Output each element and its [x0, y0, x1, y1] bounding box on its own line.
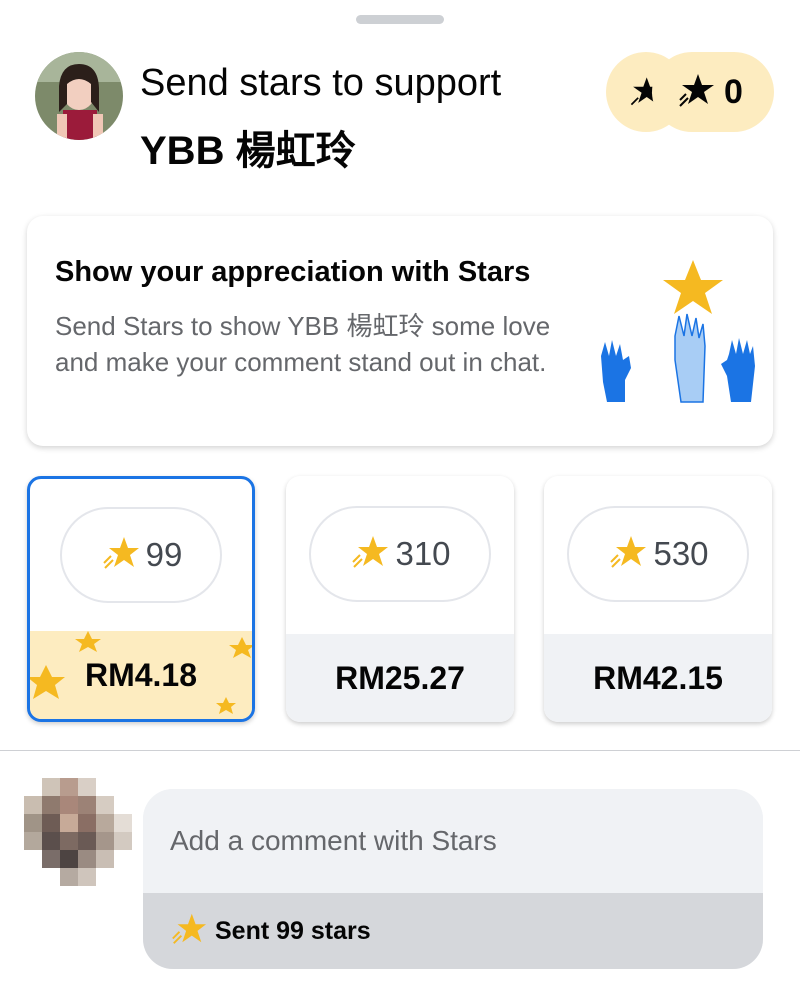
raised-hands-star-illustration	[595, 256, 765, 421]
header-title: Send stars to support	[140, 62, 502, 104]
tier-stars-count: 310	[395, 535, 451, 572]
tier-price: RM4.18	[84, 656, 198, 693]
tier-stars-pill: 99	[60, 507, 222, 603]
tier-stars-pill: 310	[309, 506, 491, 602]
shooting-star-icon	[169, 910, 207, 953]
tier-price: RM25.27	[335, 659, 465, 696]
comment-input[interactable]	[143, 789, 763, 893]
info-card-description: Send Stars to show YBB 楊虹玲 some love and…	[55, 311, 551, 377]
shooting-star-icon	[100, 533, 140, 578]
tier-stars-count: 530	[653, 535, 709, 572]
section-divider	[0, 750, 800, 751]
star-tier-option[interactable]: 530 RM42.15	[544, 476, 772, 722]
tier-stars-count: 99	[145, 536, 183, 573]
sheet-grabber-handle[interactable]	[356, 15, 444, 24]
creator-name: YBB 楊虹玲	[140, 129, 356, 173]
star-balance-pill[interactable]: 0	[652, 52, 774, 132]
shooting-star-icon	[349, 532, 389, 577]
appreciation-info-card: Show your appreciation with Stars Send S…	[27, 216, 773, 446]
star-icon	[676, 70, 716, 115]
creator-avatar	[35, 52, 123, 140]
sent-stars-label: Sent 99 stars	[215, 916, 371, 945]
tier-price-band: RM4.18	[30, 631, 252, 719]
star-tier-option[interactable]: 310 RM25.27	[286, 476, 514, 722]
tier-price-band: RM42.15	[544, 634, 772, 722]
tier-price: RM42.15	[593, 659, 723, 696]
star-balance-count: 0	[724, 72, 743, 111]
user-avatar	[24, 778, 132, 886]
star-tier-option[interactable]: 99 RM4.18	[27, 476, 255, 722]
tier-price-band: RM25.27	[286, 634, 514, 722]
star-comment-box: Sent 99 stars	[143, 789, 763, 969]
tier-stars-pill: 530	[567, 506, 749, 602]
sent-stars-bar: Sent 99 stars	[143, 893, 763, 969]
shooting-star-icon	[607, 532, 647, 577]
info-card-title: Show your appreciation with Stars	[55, 256, 531, 288]
